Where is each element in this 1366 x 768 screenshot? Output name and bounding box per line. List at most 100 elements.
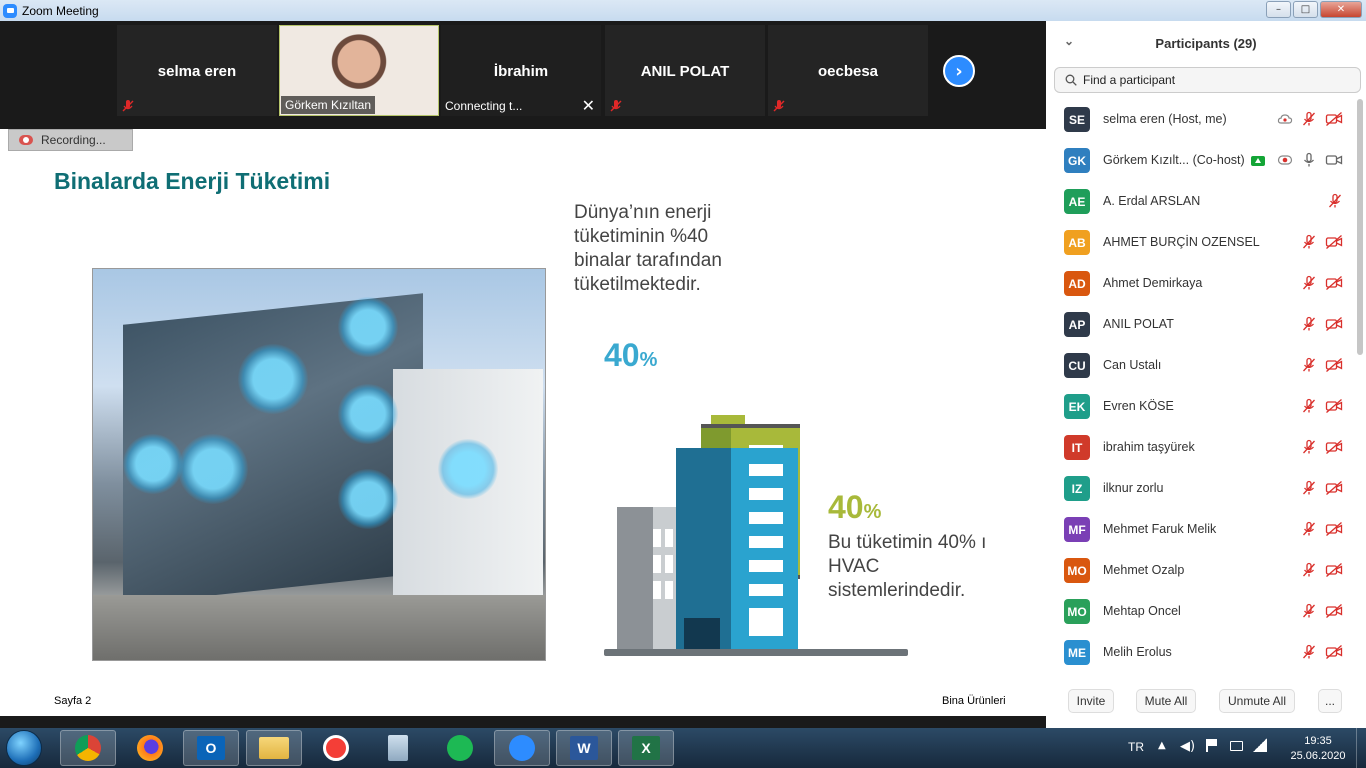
recording-indicator[interactable]: Recording... [8, 129, 133, 151]
next-page-button[interactable]: › [943, 55, 975, 87]
participant-row[interactable]: AP ANIL POLAT [1046, 304, 1356, 345]
taskbar-outlook[interactable]: O [183, 730, 239, 766]
maximize-button[interactable]: □ [1293, 1, 1318, 18]
participant-name-text: Ahmet Demirkaya [1103, 276, 1203, 290]
language-indicator[interactable]: TR [1128, 740, 1144, 754]
video-tile-active-speaker[interactable]: Görkem Kızıltan [279, 25, 439, 116]
mic-muted-icon [610, 100, 622, 112]
mic-muted-icon [1301, 398, 1317, 414]
participant-row[interactable]: ME Melih Erolus [1046, 632, 1356, 669]
search-input[interactable] [1083, 73, 1343, 87]
taskbar-word[interactable]: W [556, 730, 612, 766]
thermometer-icon [238, 344, 308, 414]
close-window-button[interactable]: ✕ [1320, 1, 1362, 18]
taskbar-spotify[interactable] [432, 730, 488, 766]
battery-icon[interactable] [1230, 741, 1243, 751]
video-off-icon [1325, 316, 1343, 332]
stat1-line: tüketilmektedir. [574, 274, 701, 295]
participant-name: Görkem Kızılt... (Co-host) [1103, 153, 1265, 167]
participant-row[interactable]: SE selma eren (Host, me) [1046, 99, 1356, 140]
start-button[interactable] [6, 730, 42, 766]
avatar: AE [1064, 189, 1090, 214]
participants-panel: ⌄ Participants (29) SE selma eren (Host, … [1046, 21, 1366, 728]
participant-name: Can Ustalı [1103, 358, 1161, 372]
participant-name: Mehmet Faruk Melik [1103, 522, 1216, 536]
clock-time: 19:35 [1304, 735, 1332, 747]
participant-row[interactable]: MO Mehtap Oncel [1046, 591, 1356, 632]
close-icon[interactable]: ✕ [582, 96, 595, 115]
taskbar-pocket-casts[interactable] [308, 730, 364, 766]
participant-search[interactable] [1054, 67, 1361, 93]
taskbar-calculator[interactable] [370, 730, 426, 766]
participant-status-icons [1301, 357, 1343, 373]
taskbar-excel[interactable]: X [618, 730, 674, 766]
folder-icon [259, 737, 289, 759]
mic-muted-icon [1301, 480, 1317, 496]
participant-row[interactable]: GK Görkem Kızılt... (Co-host) [1046, 140, 1356, 181]
participant-name: Evren KÖSE [1103, 399, 1174, 413]
podcast-icon [323, 735, 349, 761]
excel-icon: X [632, 736, 660, 760]
participant-list-scrollbar[interactable] [1357, 99, 1363, 355]
mute-all-button[interactable]: Mute All [1136, 689, 1196, 713]
mic-muted-icon [1301, 521, 1317, 537]
taskbar-file-explorer[interactable] [246, 730, 302, 766]
shared-screen-slide: Recording... Binalarda Enerji Tüketimi D… [0, 129, 1046, 716]
video-tile[interactable]: ANIL POLAT [605, 25, 765, 116]
slide-footer-right: Bina Ürünleri [942, 695, 1006, 707]
action-center-flag-icon[interactable] [1206, 739, 1218, 752]
invite-button[interactable]: Invite [1068, 689, 1114, 713]
spotify-icon [447, 735, 473, 761]
participant-status-icons [1301, 603, 1343, 619]
participant-row[interactable]: MF Mehmet Faruk Melik [1046, 509, 1356, 550]
avatar: IZ [1064, 476, 1090, 501]
video-tile[interactable]: selma eren [117, 25, 277, 116]
taskbar-zoom[interactable] [494, 730, 550, 766]
video-off-icon [1325, 521, 1343, 537]
mic-muted-icon [1301, 111, 1317, 127]
participant-row[interactable]: AD Ahmet Demirkaya [1046, 263, 1356, 304]
window-title: Zoom Meeting [22, 3, 99, 18]
video-tile[interactable]: oecbesa [768, 25, 928, 116]
video-tile-connecting[interactable]: İbrahim Connecting t... ✕ [441, 25, 601, 116]
participant-status-icons [1301, 398, 1343, 414]
participant-row[interactable]: MO Mehmet Ozalp [1046, 550, 1356, 591]
taskbar-clock[interactable]: 19:35 25.06.2020 [1286, 734, 1350, 764]
minimize-button[interactable]: – [1266, 1, 1291, 18]
chevron-right-icon: › [955, 60, 963, 82]
show-hidden-icons[interactable]: ▲ [1158, 740, 1166, 751]
participant-name-text: Melih Erolus [1103, 645, 1172, 659]
ground-line [604, 649, 908, 656]
avatar: AB [1064, 230, 1090, 255]
unmute-all-button[interactable]: Unmute All [1219, 689, 1295, 713]
avatar: MO [1064, 599, 1090, 624]
participants-header: ⌄ Participants (29) [1046, 21, 1366, 65]
participant-row[interactable]: IZ ilknur zorlu [1046, 468, 1356, 509]
video-off-icon [1325, 111, 1343, 127]
participant-row[interactable]: AE A. Erdal ARSLAN [1046, 181, 1356, 222]
participant-row[interactable]: IT ibrahim taşyürek [1046, 427, 1356, 468]
taskbar-firefox[interactable] [122, 730, 178, 766]
stat1-line: binalar tarafından [574, 250, 722, 271]
window-grid [617, 507, 677, 650]
participant-name: selma eren [157, 63, 237, 80]
gear-icon [178, 434, 248, 504]
participant-name-text: selma eren (Host, me) [1103, 112, 1227, 126]
participant-row[interactable]: AB AHMET BURÇİN OZENSEL [1046, 222, 1356, 263]
volume-icon[interactable]: ◀) [1180, 739, 1195, 754]
participant-name-text: Görkem Kızılt... (Co-host) [1103, 153, 1245, 167]
network-signal-icon[interactable] [1253, 738, 1267, 752]
participant-name-text: ANIL POLAT [1103, 317, 1174, 331]
show-desktop-button[interactable] [1356, 728, 1366, 768]
participant-name: ANIL POLAT [640, 63, 730, 80]
participant-row[interactable]: EK Evren KÖSE [1046, 386, 1356, 427]
taskbar-chrome[interactable] [60, 730, 116, 766]
chevron-down-icon[interactable]: ⌄ [1064, 34, 1074, 48]
participant-row[interactable]: CU Can Ustalı [1046, 345, 1356, 386]
more-options-button[interactable]: ... [1318, 689, 1342, 713]
participant-name-text: Can Ustalı [1103, 358, 1162, 372]
participant-status-icons [1277, 152, 1343, 168]
participant-status-icons [1301, 275, 1343, 291]
participant-status-icons [1301, 439, 1343, 455]
video-icon [1325, 152, 1343, 168]
